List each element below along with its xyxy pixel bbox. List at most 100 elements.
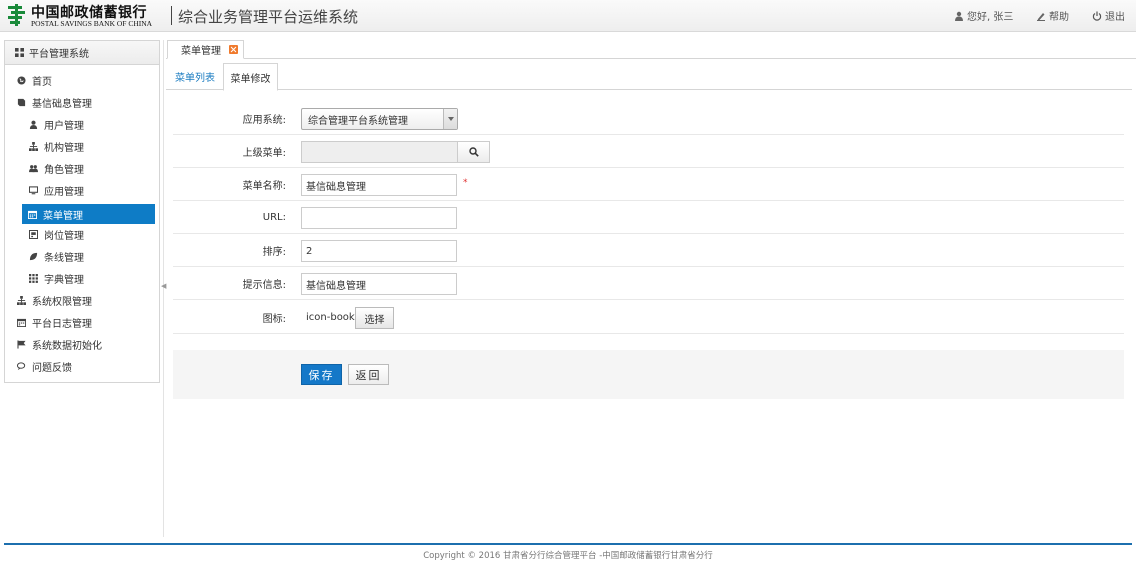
flag-icon — [17, 339, 26, 349]
grid-icon — [29, 273, 38, 283]
sidebar-item-label: 应用管理 — [44, 186, 84, 198]
sidebar-item-label: 平台日志管理 — [32, 318, 92, 330]
sidebar-item-posts[interactable]: 岗位管理 — [5, 224, 159, 244]
sidebar-item-permissions[interactable]: 系统权限管理 — [5, 290, 159, 310]
sidebar-item-basic-info[interactable]: 基信础息管理 — [5, 92, 159, 112]
sidebar: 平台管理系统 首页 基信础息管理 用户管理 机构管理 角色管理 应用管理 菜单管… — [4, 40, 160, 383]
collapse-arrow-icon[interactable]: ◀ — [161, 282, 166, 290]
sidebar-item-label: 问题反馈 — [32, 362, 72, 374]
sidebar-item-label: 岗位管理 — [44, 230, 84, 242]
chevron-down-icon[interactable] — [443, 109, 457, 129]
sidebar-item-home[interactable]: 首页 — [5, 70, 159, 90]
sidebar-item-label: 角色管理 — [44, 164, 84, 176]
sidebar-item-apps[interactable]: 应用管理 — [5, 180, 159, 200]
form-row-order: 排序: 2 — [173, 234, 1124, 267]
sidebar-item-dictionary[interactable]: 字典管理 — [5, 268, 159, 288]
power-icon — [1092, 11, 1102, 21]
sidebar-item-orgs[interactable]: 机构管理 — [5, 136, 159, 156]
app-system-value: 综合管理平台系统管理 — [308, 115, 408, 127]
form-row-tip: 提示信息: 基信础息管理 — [173, 267, 1124, 300]
parent-menu-field[interactable] — [301, 141, 458, 163]
logout-label: 退出 — [1105, 12, 1125, 23]
bank-name-en: POSTAL SAVINGS BANK OF CHINA — [31, 19, 153, 28]
tab-menu-list[interactable]: 菜单列表 — [175, 63, 215, 90]
tab-menu-edit[interactable]: 菜单修改 — [223, 63, 278, 91]
sidebar-item-label: 条线管理 — [44, 252, 84, 264]
form-row-url: URL: — [173, 201, 1124, 234]
globe-icon — [17, 75, 26, 85]
form-row-menu-name: 菜单名称: 基信础息管理 * — [173, 168, 1124, 201]
sitemap-icon — [17, 295, 26, 305]
order-field[interactable]: 2 — [301, 240, 457, 262]
calendar-icon — [28, 210, 37, 219]
tab-menu-management[interactable]: 菜单管理 — [167, 40, 244, 59]
tab-label: 菜单管理 — [181, 46, 221, 57]
book-icon — [17, 98, 26, 106]
sidebar-item-label: 菜单管理 — [43, 210, 83, 222]
order-label: 排序: — [262, 247, 286, 258]
sidebar-item-label: 系统权限管理 — [32, 296, 92, 308]
sidebar-item-data-init[interactable]: 系统数据初始化 — [5, 334, 159, 354]
sidebar-item-label: 用户管理 — [44, 120, 84, 132]
choose-icon-button[interactable]: 选择 — [355, 307, 394, 329]
sidebar-header: 平台管理系统 — [5, 41, 159, 65]
search-icon — [468, 147, 479, 157]
dashboard-icon — [15, 48, 24, 57]
postal-logo-icon — [8, 4, 25, 26]
sidebar-item-label: 机构管理 — [44, 142, 84, 154]
title-divider — [171, 6, 172, 25]
user-icon — [955, 11, 963, 21]
parent-menu-label: 上级菜单: — [242, 148, 286, 159]
sidebar-title: 平台管理系统 — [29, 49, 89, 60]
menu-name-field[interactable]: 基信础息管理 — [301, 174, 457, 196]
sidebar-item-label: 首页 — [32, 76, 52, 88]
sidebar-item-menus[interactable]: 菜单管理 — [22, 204, 155, 224]
sidebar-item-label: 基信础息管理 — [32, 98, 92, 110]
sitemap-icon — [29, 141, 38, 151]
icon-label: 图标: — [262, 314, 286, 325]
users-icon — [29, 164, 38, 172]
url-field[interactable] — [301, 207, 457, 229]
app-system-select[interactable]: 综合管理平台系统管理 — [301, 108, 458, 130]
desktop-icon — [29, 185, 38, 194]
footer-divider — [4, 543, 1132, 545]
icon-value: icon-book — [306, 312, 355, 323]
sidebar-item-label: 系统数据初始化 — [32, 340, 102, 352]
url-label: URL: — [262, 212, 286, 223]
form-actions: 保存 返回 — [173, 350, 1124, 399]
close-icon[interactable] — [229, 45, 238, 54]
user-icon — [29, 120, 38, 129]
parent-menu-search-button[interactable] — [457, 141, 490, 163]
form-row-parent-menu: 上级菜单: — [173, 135, 1124, 168]
calendar-icon — [17, 318, 26, 327]
back-button[interactable]: 返回 — [348, 364, 389, 385]
sidebar-item-label: 字典管理 — [44, 274, 84, 286]
sidebar-item-roles[interactable]: 角色管理 — [5, 158, 159, 178]
help-link[interactable]: 帮助 — [1036, 8, 1069, 23]
inner-tabs: 菜单列表 菜单修改 — [166, 63, 1132, 91]
user-greeting-label: 您好, 张三 — [967, 12, 1014, 23]
form-row-icon: 图标: icon-book 选择 — [173, 301, 1124, 334]
save-button[interactable]: 保存 — [301, 364, 342, 385]
logout-link[interactable]: 退出 — [1092, 8, 1125, 23]
app-system-label: 应用系统: — [242, 115, 286, 126]
stamp-icon — [29, 229, 38, 239]
user-greeting[interactable]: 您好, 张三 — [954, 8, 1013, 23]
sidebar-item-users[interactable]: 用户管理 — [5, 114, 159, 134]
comments-icon — [17, 361, 26, 370]
pencil-icon — [1037, 12, 1045, 21]
menu-name-label: 菜单名称: — [242, 181, 286, 192]
sidebar-item-logs[interactable]: 平台日志管理 — [5, 312, 159, 332]
top-header: 中国邮政储蓄银行 POSTAL SAVINGS BANK OF CHINA 综合… — [0, 0, 1136, 32]
app-title: 综合业务管理平台运维系统 — [178, 8, 359, 26]
help-label: 帮助 — [1049, 12, 1069, 23]
sidebar-item-feedback[interactable]: 问题反馈 — [5, 356, 159, 376]
tip-field[interactable]: 基信础息管理 — [301, 273, 457, 295]
form-row-app-system: 应用系统: 综合管理平台系统管理 — [173, 102, 1124, 135]
required-mark: * — [463, 178, 468, 188]
sidebar-item-lines[interactable]: 条线管理 — [5, 246, 159, 266]
footer-copyright: Copyright © 2016 甘肃省分行综合管理平台 -中国邮政储蓄银行甘肃… — [423, 551, 713, 561]
open-tabs-bar: 菜单管理 — [166, 40, 1136, 59]
leaf-icon — [29, 252, 38, 260]
tip-label: 提示信息: — [242, 280, 286, 291]
